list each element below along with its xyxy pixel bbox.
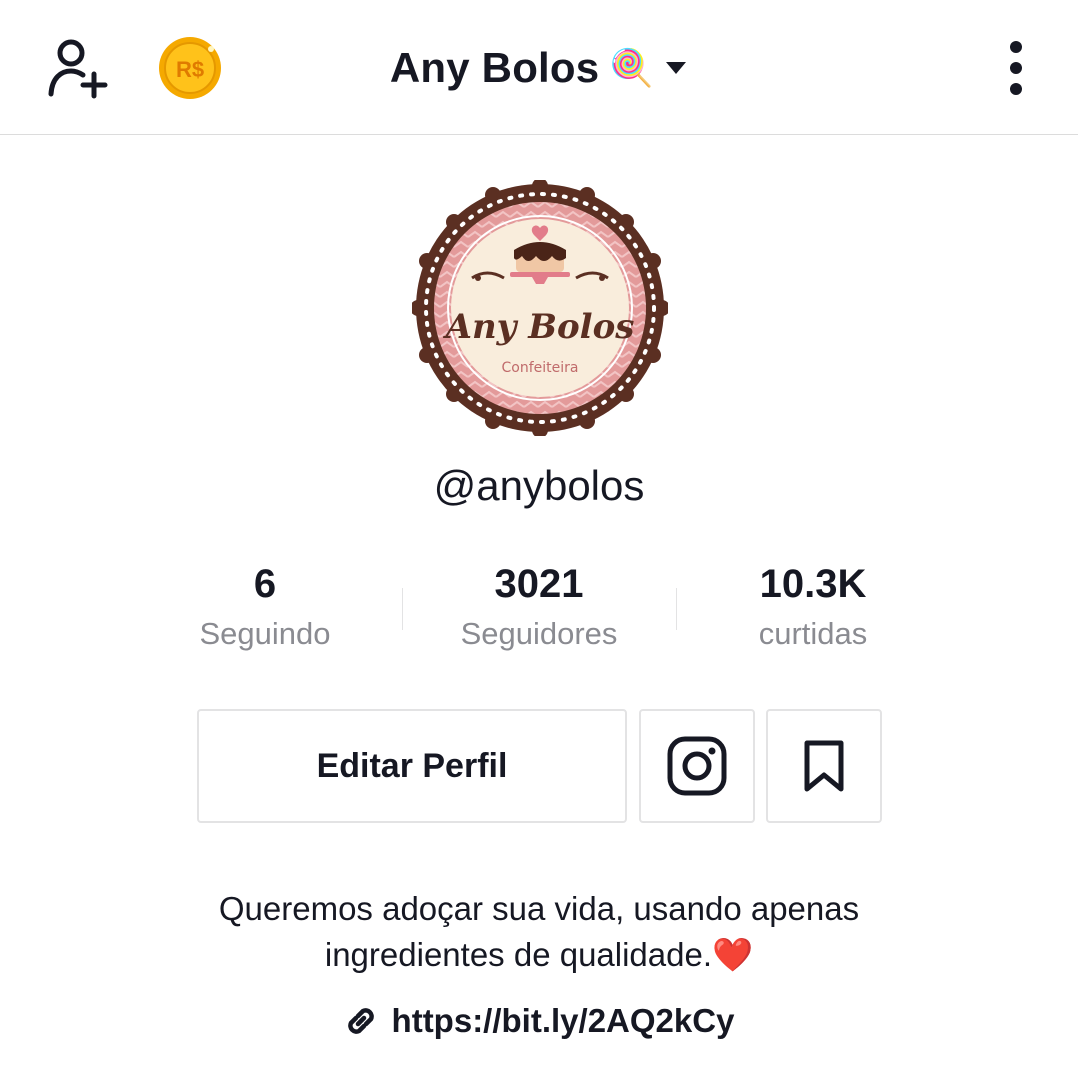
lollipop-emoji: 🍭 [609,47,655,88]
bio-link-url[interactable]: https://bit.ly/2AQ2kCy [392,1002,735,1040]
top-bar: R$ Any Bolos 🍭 [0,0,1078,135]
more-vertical-icon [1010,41,1022,95]
instagram-button[interactable] [639,709,755,823]
profile-stats: 6 Seguindo 3021 Seguidores 10.3K curtida… [128,558,950,668]
link-icon [347,1008,374,1034]
profile-bio: Queremos adoçar sua vida, usando apenas … [0,886,1078,978]
avatar-brand-name: Any Bolos [443,307,635,347]
bio-line-1: Queremos adoçar sua vida, usando apenas [218,890,860,927]
account-switcher[interactable]: Any Bolos 🍭 [0,38,1078,98]
username-handle: @anybolos [433,462,645,509]
favorites-button[interactable] [766,709,882,823]
bio-link[interactable]: https://bit.ly/2AQ2kCy [0,996,1078,1046]
stat-followers[interactable]: 3021 Seguidores [402,558,676,652]
bio-line-2: ingredientes de qualidade.❤️ [0,932,1078,978]
heart-emoji: ❤️ [712,936,754,973]
stat-followers-label: Seguidores [460,616,618,651]
avatar-logo-image: Any Bolos Confeiteira [410,178,670,438]
stat-likes-value: 10.3K [759,562,867,606]
stat-likes[interactable]: 10.3K curtidas [676,558,950,652]
stat-likes-label: curtidas [758,616,868,651]
edit-profile-button[interactable]: Editar Perfil [197,709,627,823]
instagram-icon [667,736,727,796]
stat-following-label: Seguindo [199,616,331,651]
page-title: Any Bolos [389,44,600,91]
more-options-button[interactable] [996,40,1036,96]
stat-following-value: 6 [253,562,277,606]
stat-followers-value: 3021 [494,562,584,606]
caret-down-icon [666,62,687,74]
avatar-brand-subtitle: Confeiteira [502,360,579,376]
avatar[interactable]: Any Bolos Confeiteira [410,178,670,438]
bookmark-icon [804,740,844,792]
bio-line-2-text: ingredientes de qualidade. [324,936,713,973]
stat-following[interactable]: 6 Seguindo [128,558,402,652]
